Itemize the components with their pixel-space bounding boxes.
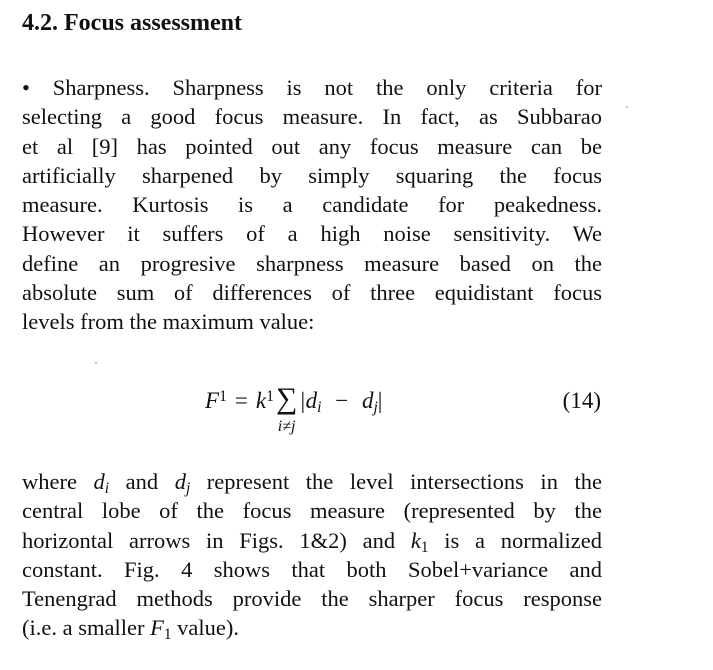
var-d: d	[93, 469, 105, 494]
equation-body: F1 = k1 ∑ i≠j |di − dj|	[205, 382, 382, 436]
paragraph-line: artificially sharpened by simply squarin…	[22, 162, 602, 188]
var-d: d	[174, 469, 186, 494]
paragraph-line: absolute sum of differences of three equ…	[22, 280, 602, 306]
var-k: k	[410, 527, 421, 553]
eq-coef-sub: 1	[266, 388, 274, 405]
eq-equals: =	[234, 388, 248, 413]
eq-term-d2: d	[361, 388, 374, 413]
paragraph-line: However it suffers of a high noise sensi…	[22, 221, 602, 247]
sigma-glyph: ∑	[275, 382, 298, 415]
paragraph-line: (i.e. a smaller F1 value).	[22, 613, 602, 643]
paragraph-line: • Sharpness. Sharpness is not the only c…	[22, 75, 602, 100]
eq-term-d: |d	[299, 388, 318, 413]
paragraph-line: where di and dj represent the level inte…	[22, 467, 602, 497]
eq-coef: k	[255, 388, 267, 413]
eq-abs-open: |di − dj|	[299, 388, 382, 417]
var-sub: 1	[420, 538, 429, 556]
scan-speck	[626, 106, 628, 108]
paragraph-line: define an progresive sharpness measure b…	[22, 250, 602, 276]
paragraph-line: measure. Kurtosis is a candidate for pea…	[22, 192, 602, 218]
var-f: F	[150, 615, 164, 641]
scan-speck	[95, 362, 97, 364]
text-run: is a normalized	[428, 527, 603, 553]
eq-sub-i: i	[317, 398, 322, 416]
text-run: horizontal arrows in Figs. 1&2) and	[22, 527, 411, 553]
text-run: (i.e. a smaller	[22, 615, 151, 641]
summation-index: i≠j	[277, 418, 296, 435]
eq-minus: −	[335, 388, 349, 413]
section-heading: 4.2. Focus assessment	[22, 10, 242, 36]
text-run: value).	[171, 615, 239, 641]
text-run: and	[109, 469, 175, 494]
text-run: where	[22, 469, 94, 494]
paragraph-line: horizontal arrows in Figs. 1&2) and k1 i…	[22, 526, 603, 556]
paragraph-line: central lobe of the focus measure (repre…	[22, 498, 602, 524]
paragraph-line: selecting a good focus measure. In fact,…	[22, 104, 602, 130]
equation-14: F1 = k1 ∑ i≠j |di − dj| (14)	[0, 384, 713, 448]
paragraph-line: et al [9] has pointed out any focus meas…	[22, 133, 602, 159]
equation-number: (14)	[562, 388, 601, 413]
eq-abs-close: |	[377, 388, 383, 413]
summation-symbol: ∑ i≠j	[275, 382, 298, 436]
eq-lhs: F	[205, 388, 220, 413]
paragraph-line: constant. Fig. 4 shows that both Sobel+v…	[22, 556, 602, 582]
paragraph-line: Tenengrad methods provide the sharper fo…	[22, 586, 602, 612]
eq-lhs-sub: 1	[219, 388, 227, 405]
paragraph-sharpness: • Sharpness. Sharpness is not the only c…	[22, 73, 602, 337]
text-run: represent the level intersections in the	[190, 469, 602, 494]
paragraph-line: levels from the maximum value:	[22, 309, 315, 335]
paragraph-definition: where di and dj represent the level inte…	[22, 467, 602, 643]
